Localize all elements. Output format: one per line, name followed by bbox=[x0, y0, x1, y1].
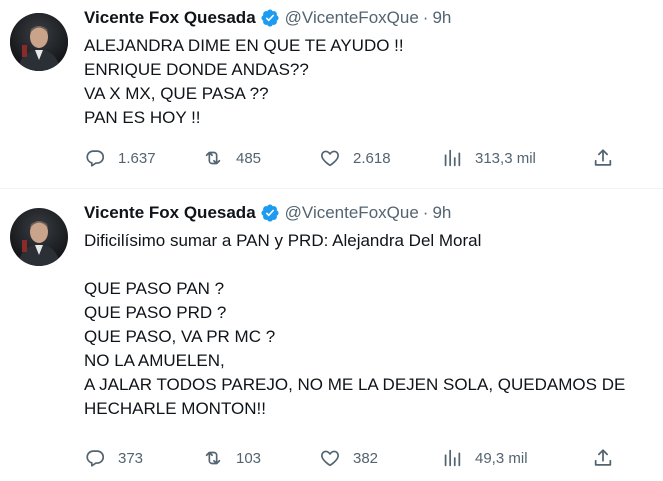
reply-button[interactable]: 373 bbox=[84, 446, 143, 470]
tweet-text-line: VA X MX, QUE PASA ?? bbox=[84, 84, 269, 103]
tweet-header: Vicente Fox Quesada @VicenteFoxQue · 9h bbox=[84, 6, 451, 30]
tweet-text-line: QUE PASO PRD ? bbox=[84, 303, 227, 322]
author-name[interactable]: Vicente Fox Quesada bbox=[84, 203, 256, 223]
tweet-text-line: ENRIQUE DONDE ANDAS?? bbox=[84, 60, 309, 79]
retweet-button[interactable]: 485 bbox=[202, 146, 261, 170]
author-name[interactable]: Vicente Fox Quesada bbox=[84, 8, 256, 28]
share-icon bbox=[594, 149, 612, 166]
retweet-icon bbox=[205, 151, 221, 165]
avatar[interactable] bbox=[10, 208, 68, 266]
author-handle[interactable]: @VicenteFoxQue bbox=[285, 8, 419, 28]
like-count: 382 bbox=[353, 449, 379, 467]
views-icon bbox=[444, 449, 461, 467]
tweet-actions: 1.637 485 2.618 313,3 mil bbox=[84, 146, 624, 170]
tweet-text-line: NO LA AMUELEN, bbox=[84, 351, 225, 370]
retweet-button[interactable]: 103 bbox=[202, 446, 261, 470]
views-icon bbox=[444, 149, 461, 167]
reply-button[interactable]: 1.637 bbox=[84, 146, 156, 170]
tweet-actions: 373 103 382 49,3 mil bbox=[84, 446, 624, 470]
tweet-text-line: QUE PASO, VA PR MC ? bbox=[84, 327, 276, 346]
verified-badge-icon bbox=[261, 204, 279, 222]
views-button[interactable]: 313,3 mil bbox=[441, 146, 536, 170]
avatar[interactable] bbox=[10, 13, 68, 71]
retweet-icon bbox=[205, 451, 221, 465]
author-handle[interactable]: @VicenteFoxQue bbox=[285, 203, 419, 223]
tweet[interactable]: Vicente Fox Quesada @VicenteFoxQue · 9h … bbox=[0, 195, 663, 481]
reply-icon bbox=[86, 150, 105, 167]
share-button[interactable] bbox=[592, 146, 614, 170]
retweet-count: 103 bbox=[236, 449, 262, 467]
separator-dot: · bbox=[422, 203, 429, 222]
tweet-text-line bbox=[84, 253, 654, 277]
profile-photo-icon bbox=[10, 208, 68, 266]
tweet-text: Dificilísimo sumar a PAN y PRD: Alejandr… bbox=[84, 229, 654, 421]
tweet-text-line: A JALAR TODOS PAREJO, NO ME LA DEJEN SOL… bbox=[84, 375, 626, 394]
heart-icon bbox=[321, 150, 339, 167]
separator-dot: · bbox=[422, 8, 429, 27]
tweet-timestamp[interactable]: 9h bbox=[432, 203, 451, 223]
reply-count: 373 bbox=[118, 449, 144, 467]
like-button[interactable]: 382 bbox=[319, 446, 378, 470]
heart-icon bbox=[321, 450, 339, 467]
profile-photo-icon bbox=[10, 13, 68, 71]
like-count: 2.618 bbox=[353, 149, 391, 167]
like-button[interactable]: 2.618 bbox=[319, 146, 391, 170]
views-count: 313,3 mil bbox=[475, 149, 536, 167]
tweet-text-line: QUE PASO PAN ? bbox=[84, 279, 225, 298]
tweet[interactable]: Vicente Fox Quesada @VicenteFoxQue · 9h … bbox=[0, 0, 663, 187]
tweet-divider bbox=[0, 188, 663, 189]
tweet-text-line: HECHARLE MONTON!! bbox=[84, 399, 266, 418]
verified-badge-icon bbox=[261, 9, 279, 27]
retweet-count: 485 bbox=[236, 149, 262, 167]
tweet-header: Vicente Fox Quesada @VicenteFoxQue · 9h bbox=[84, 201, 451, 225]
share-button[interactable] bbox=[592, 446, 614, 470]
reply-count: 1.637 bbox=[118, 149, 156, 167]
views-button[interactable]: 49,3 mil bbox=[441, 446, 528, 470]
views-count: 49,3 mil bbox=[475, 449, 528, 467]
tweet-timestamp[interactable]: 9h bbox=[432, 8, 451, 28]
reply-icon bbox=[86, 450, 105, 467]
tweet-text: ALEJANDRA DIME EN QUE TE AYUDO !! ENRIQU… bbox=[84, 34, 654, 130]
tweet-text-line: Dificilísimo sumar a PAN y PRD: Alejandr… bbox=[84, 231, 482, 250]
share-icon bbox=[594, 449, 612, 466]
tweet-text-line: PAN ES HOY !! bbox=[84, 108, 201, 127]
tweet-text-line: ALEJANDRA DIME EN QUE TE AYUDO !! bbox=[84, 36, 404, 55]
